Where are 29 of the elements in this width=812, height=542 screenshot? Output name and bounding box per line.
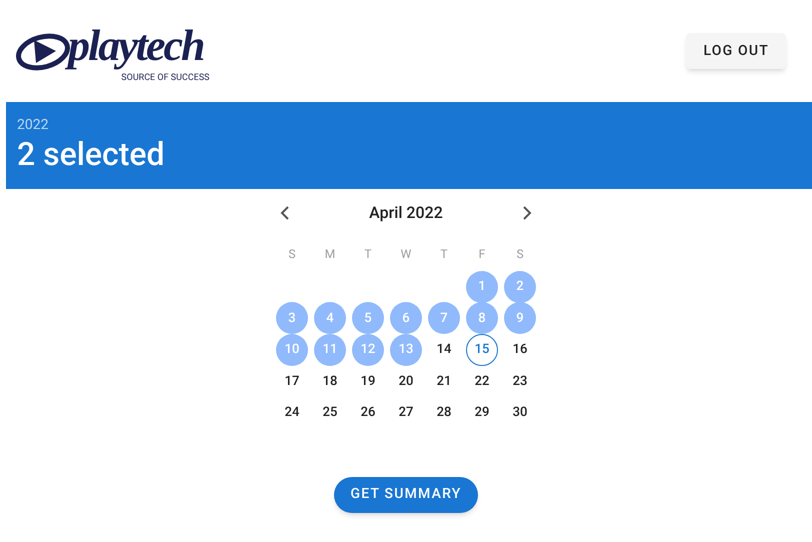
weekday-label: W (400, 246, 412, 263)
calendar-day[interactable]: 17 (276, 365, 308, 398)
selection-count: 2 selected (17, 134, 166, 174)
calendar-day[interactable]: 20 (390, 365, 422, 398)
weekday-label: S (288, 246, 296, 263)
calendar-day[interactable]: 18 (314, 365, 346, 398)
weekday-label: M (324, 246, 336, 263)
month-title: April 2022 (369, 202, 443, 224)
calendar-day[interactable]: 21 (428, 365, 460, 398)
log-out-button[interactable]: LOG OUT (686, 33, 786, 69)
calendar-day[interactable]: 15 (466, 334, 498, 366)
calendar-day[interactable]: 14 (428, 334, 460, 366)
calendar-day[interactable]: 19 (352, 365, 384, 398)
weekday-label: F (478, 246, 486, 263)
weekday-label: S (516, 246, 524, 263)
calendar-day[interactable]: 22 (466, 365, 498, 398)
logo-tagline: SOURCE OF SUCCESS (121, 73, 210, 83)
calendar-day[interactable]: 29 (466, 396, 498, 429)
calendar-day[interactable]: 24 (276, 396, 308, 429)
calendar-day[interactable]: 25 (314, 396, 346, 429)
weekday-label: T (440, 246, 448, 263)
calendar-day[interactable]: 30 (504, 396, 536, 429)
calendar-day[interactable]: 28 (428, 396, 460, 429)
calendar-day[interactable]: 26 (352, 396, 384, 429)
calendar-day[interactable]: 27 (390, 396, 422, 429)
weekday-label: T (364, 246, 372, 263)
calendar-day[interactable]: 23 (504, 365, 536, 398)
get-summary-button[interactable]: GET SUMMARY (334, 476, 478, 512)
calendar-day[interactable]: 16 (504, 334, 536, 366)
